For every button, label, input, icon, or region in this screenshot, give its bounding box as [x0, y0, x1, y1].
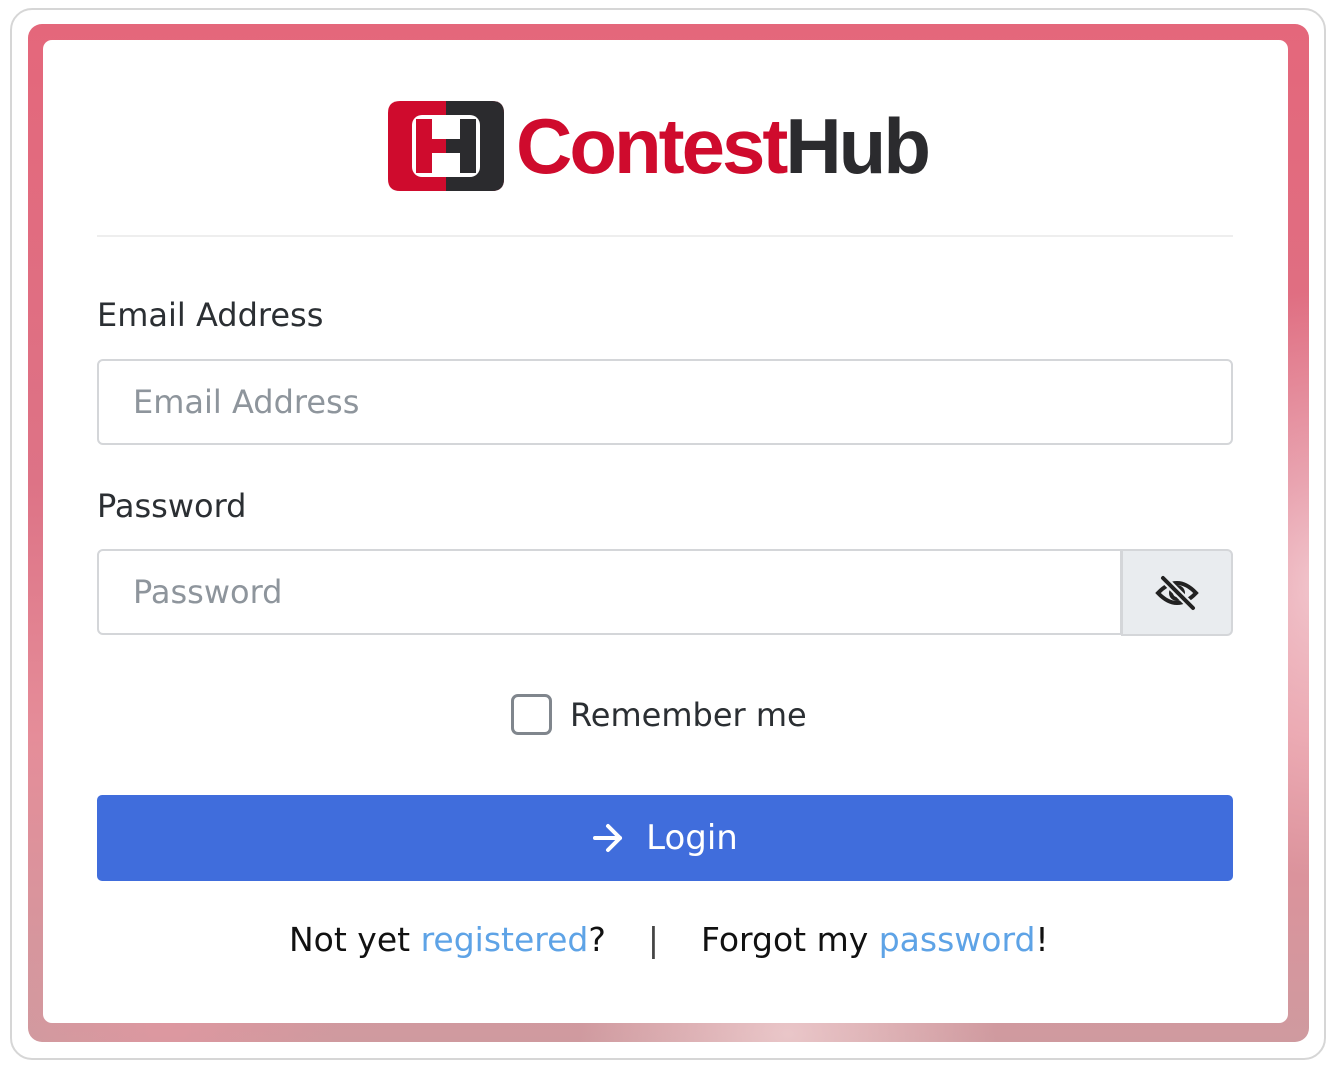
logo-wordmark: ContestHub [516, 107, 931, 185]
contesthub-logo: ContestHub [386, 96, 931, 196]
header-divider [97, 235, 1233, 237]
toggle-password-visibility-button[interactable] [1121, 549, 1233, 636]
remember-me-label[interactable]: Remember me [570, 696, 807, 734]
question-mark: ? [588, 920, 606, 959]
footer-links: Not yet registered? | Forgot my password! [289, 920, 1049, 959]
forgot-text: Forgot my [701, 920, 879, 959]
not-yet-text: Not yet [289, 920, 421, 959]
remember-me-checkbox[interactable] [511, 694, 552, 735]
arrow-right-icon [593, 824, 623, 852]
password-input[interactable] [97, 549, 1122, 635]
footer-separator: | [647, 920, 660, 959]
logo-mark-icon [388, 101, 504, 191]
eye-slash-icon [1155, 574, 1199, 611]
remember-me-group: Remember me [511, 694, 807, 735]
exclaim-mark: ! [1035, 920, 1049, 959]
email-label: Email Address [97, 296, 324, 334]
login-label: Login [646, 818, 738, 858]
email-input[interactable] [97, 359, 1233, 445]
logo-text-contest: Contest [516, 102, 788, 190]
forgot-password-link[interactable]: password [879, 920, 1036, 959]
password-label: Password [97, 487, 247, 525]
register-link[interactable]: registered [421, 920, 589, 959]
logo-text-hub: Hub [785, 102, 931, 190]
login-button[interactable]: Login [97, 795, 1233, 881]
